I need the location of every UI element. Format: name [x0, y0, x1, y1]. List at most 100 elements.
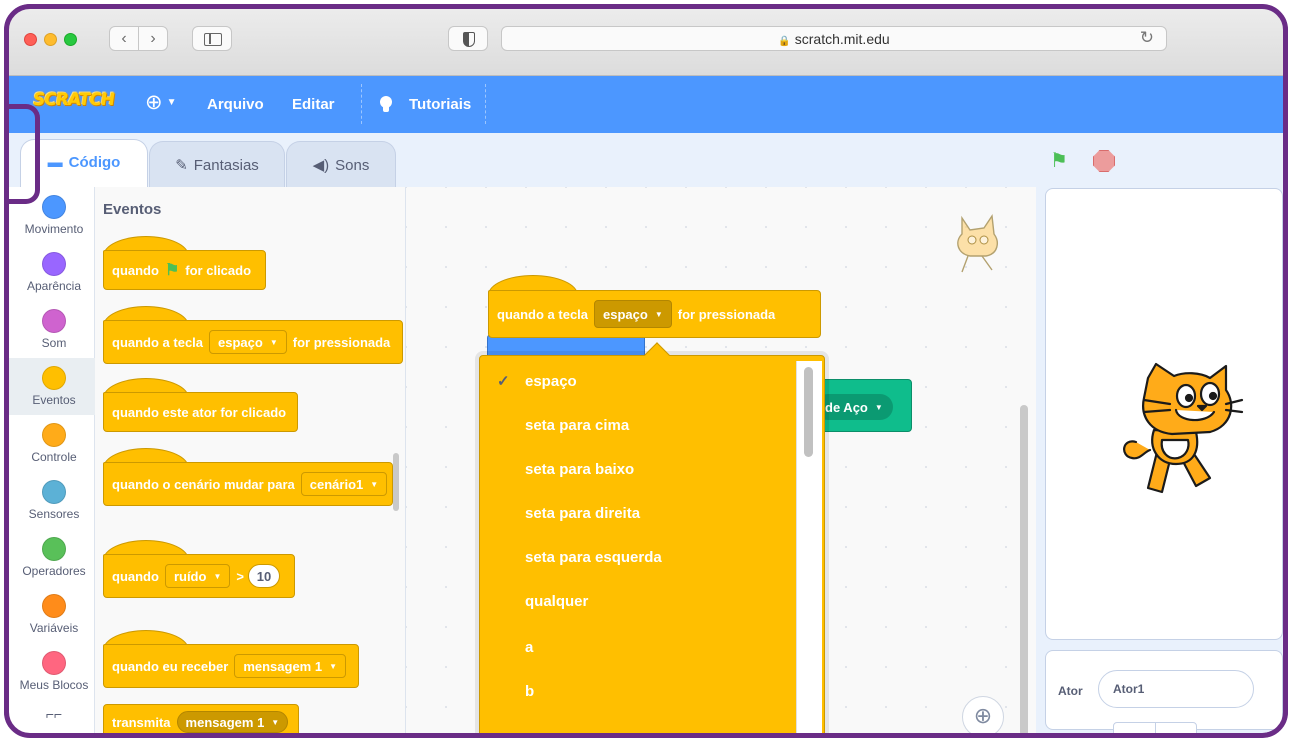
broadcast-dropdown[interactable]: mensagem 1 ▼ [176, 711, 289, 733]
browser-toolbar: ‹ › 🔒 scratch.mit.edu ↻ [9, 9, 1283, 76]
category-extensions[interactable]: ⌐⌐ [9, 700, 99, 742]
dropdown-option-label: espaço [525, 373, 577, 390]
threshold-input[interactable]: 10 [247, 564, 280, 588]
scratch-logo[interactable]: SCRATCH [32, 90, 116, 110]
forward-button[interactable]: › [138, 27, 167, 50]
sprite-thumbnail-icon [957, 214, 998, 273]
menu-tutorials[interactable]: Tutoriais [409, 96, 471, 113]
category-sound[interactable]: Som [9, 301, 99, 358]
green-flag-icon[interactable]: ⚑ [1050, 148, 1068, 173]
tab-costumes[interactable]: ✎ Fantasias [149, 141, 285, 187]
block-text: quando a tecla [112, 334, 204, 350]
sprite-label: Ator [1058, 684, 1083, 698]
block-text: quando eu receber [112, 658, 229, 674]
url-text: scratch.mit.edu [794, 31, 890, 47]
backdrop-dropdown-value: cenário1 [309, 476, 364, 492]
language-globe-icon[interactable]: ⊕ ▼ [145, 90, 177, 115]
stop-icon[interactable] [1093, 150, 1115, 172]
dropdown-option[interactable]: ✓ espaço [480, 360, 796, 404]
cat-sprite[interactable] [1114, 360, 1244, 500]
script-scrollbar[interactable] [1020, 405, 1028, 742]
chevron-down-icon: ▼ [166, 97, 177, 108]
dropdown-option[interactable]: seta para baixo [480, 448, 796, 492]
when-i-receive-block[interactable]: quando eu receber mensagem 1 ▼ [103, 644, 359, 688]
dropdown-option-label: seta para esquerda [525, 549, 662, 566]
when-backdrop-switches-block[interactable]: quando o cenário mudar para cenário1 ▼ [103, 462, 393, 506]
extension-dropdown[interactable]: de Aço ▼ [815, 394, 893, 420]
menu-file[interactable]: Arquivo [207, 96, 264, 113]
category-my-blocks[interactable]: Meus Blocos [9, 643, 99, 700]
block-text: quando este ator for clicado [112, 404, 287, 420]
sprite-name-input[interactable]: Ator1 [1098, 670, 1254, 708]
palette-scrollbar[interactable] [393, 453, 399, 511]
dropdown-option[interactable]: a [480, 626, 796, 670]
show-toggle[interactable] [1113, 722, 1197, 742]
broadcast-block[interactable]: transmita mensagem 1 ▼ [103, 704, 299, 740]
privacy-shield-icon[interactable] [448, 26, 488, 51]
when-key-pressed-block[interactable]: quando a tecla espaço ▼ for pressionada [103, 320, 403, 364]
key-dropdown-menu: ✓ espaço seta para cima seta para baixo s… [479, 342, 825, 742]
when-flag-clicked-block[interactable]: quando ⚑ for clicado [103, 250, 266, 290]
category-dot [42, 651, 66, 675]
broadcast-dropdown-value: mensagem 1 [185, 714, 265, 730]
category-looks[interactable]: Aparência [9, 244, 99, 301]
key-dropdown-value: espaço [218, 334, 263, 350]
category-dot [42, 252, 66, 276]
category-dot [42, 480, 66, 504]
category-dot [42, 195, 66, 219]
paintbrush-icon: ✎ [175, 157, 188, 174]
when-loudness-block[interactable]: quando ruído ▼ > 10 [103, 554, 295, 598]
menu-edit[interactable]: Editar [292, 96, 335, 113]
highlight-callout [0, 104, 40, 204]
chevron-down-icon: ▼ [370, 479, 379, 489]
category-dot [42, 366, 66, 390]
script-when-key-pressed-block[interactable]: quando a tecla espaço ▼ for pressionada [488, 290, 821, 338]
address-bar[interactable]: 🔒 scratch.mit.edu ↻ [501, 26, 1167, 51]
sidebar-toggle-icon[interactable] [192, 26, 232, 51]
block-operator: > [236, 568, 244, 584]
block-text: quando [112, 568, 159, 584]
category-operators[interactable]: Operadores [9, 529, 99, 586]
when-sprite-clicked-block[interactable]: quando este ator for clicado [103, 392, 298, 432]
reload-icon[interactable]: ↻ [1140, 28, 1154, 48]
extension-block[interactable]: de Aço ▼ [812, 379, 912, 432]
dropdown-option-label: b [525, 683, 535, 700]
extension-icon: ⌐⌐ [45, 706, 63, 722]
block-text: quando a tecla [497, 306, 589, 322]
key-dropdown[interactable]: espaço ▼ [209, 330, 287, 354]
script-key-dropdown[interactable]: espaço ▼ [594, 300, 672, 328]
dropdown-scroll-thumb[interactable] [804, 367, 813, 457]
stage-header [1040, 140, 1283, 185]
block-text: for pressionada [292, 334, 391, 350]
dropdown-option[interactable]: seta para cima [480, 404, 796, 448]
lock-icon: 🔒 [778, 36, 791, 47]
category-label: Controle [31, 450, 77, 464]
dropdown-option[interactable]: seta para direita [480, 492, 796, 536]
dropdown-scrollbar[interactable] [796, 361, 822, 742]
message-dropdown[interactable]: mensagem 1 ▼ [234, 654, 346, 678]
minimize-window-button[interactable] [44, 33, 57, 46]
category-events[interactable]: Eventos [9, 358, 99, 415]
chevron-down-icon: ▼ [213, 571, 222, 581]
tab-sounds[interactable]: ◀) Sons [286, 141, 396, 187]
category-label: Variáveis [29, 621, 79, 635]
category-control[interactable]: Controle [9, 415, 99, 472]
block-text: for clicado [185, 262, 252, 278]
sensor-dropdown[interactable]: ruído ▼ [164, 564, 231, 588]
backdrop-dropdown[interactable]: cenário1 ▼ [300, 472, 388, 496]
script-key-dropdown-value: espaço [603, 306, 648, 322]
back-button[interactable]: ‹ [110, 27, 138, 50]
dropdown-option[interactable]: b [480, 670, 796, 714]
category-variables[interactable]: Variáveis [9, 586, 99, 643]
close-window-button[interactable] [24, 33, 37, 46]
dropdown-option[interactable]: qualquer [480, 580, 796, 624]
chevron-down-icon: ▼ [329, 661, 337, 671]
checkmark-icon: ✓ [497, 373, 510, 390]
category-label: Movimento [24, 222, 84, 236]
category-sensing[interactable]: Sensores [9, 472, 99, 529]
dropdown-option[interactable]: seta para esquerda [480, 536, 796, 580]
zoom-in-icon[interactable]: ⊕ [962, 696, 1004, 738]
code-blocks-icon: ▬ [47, 154, 63, 171]
zoom-window-button[interactable] [64, 33, 77, 46]
block-text: quando o cenário mudar para [112, 476, 295, 492]
